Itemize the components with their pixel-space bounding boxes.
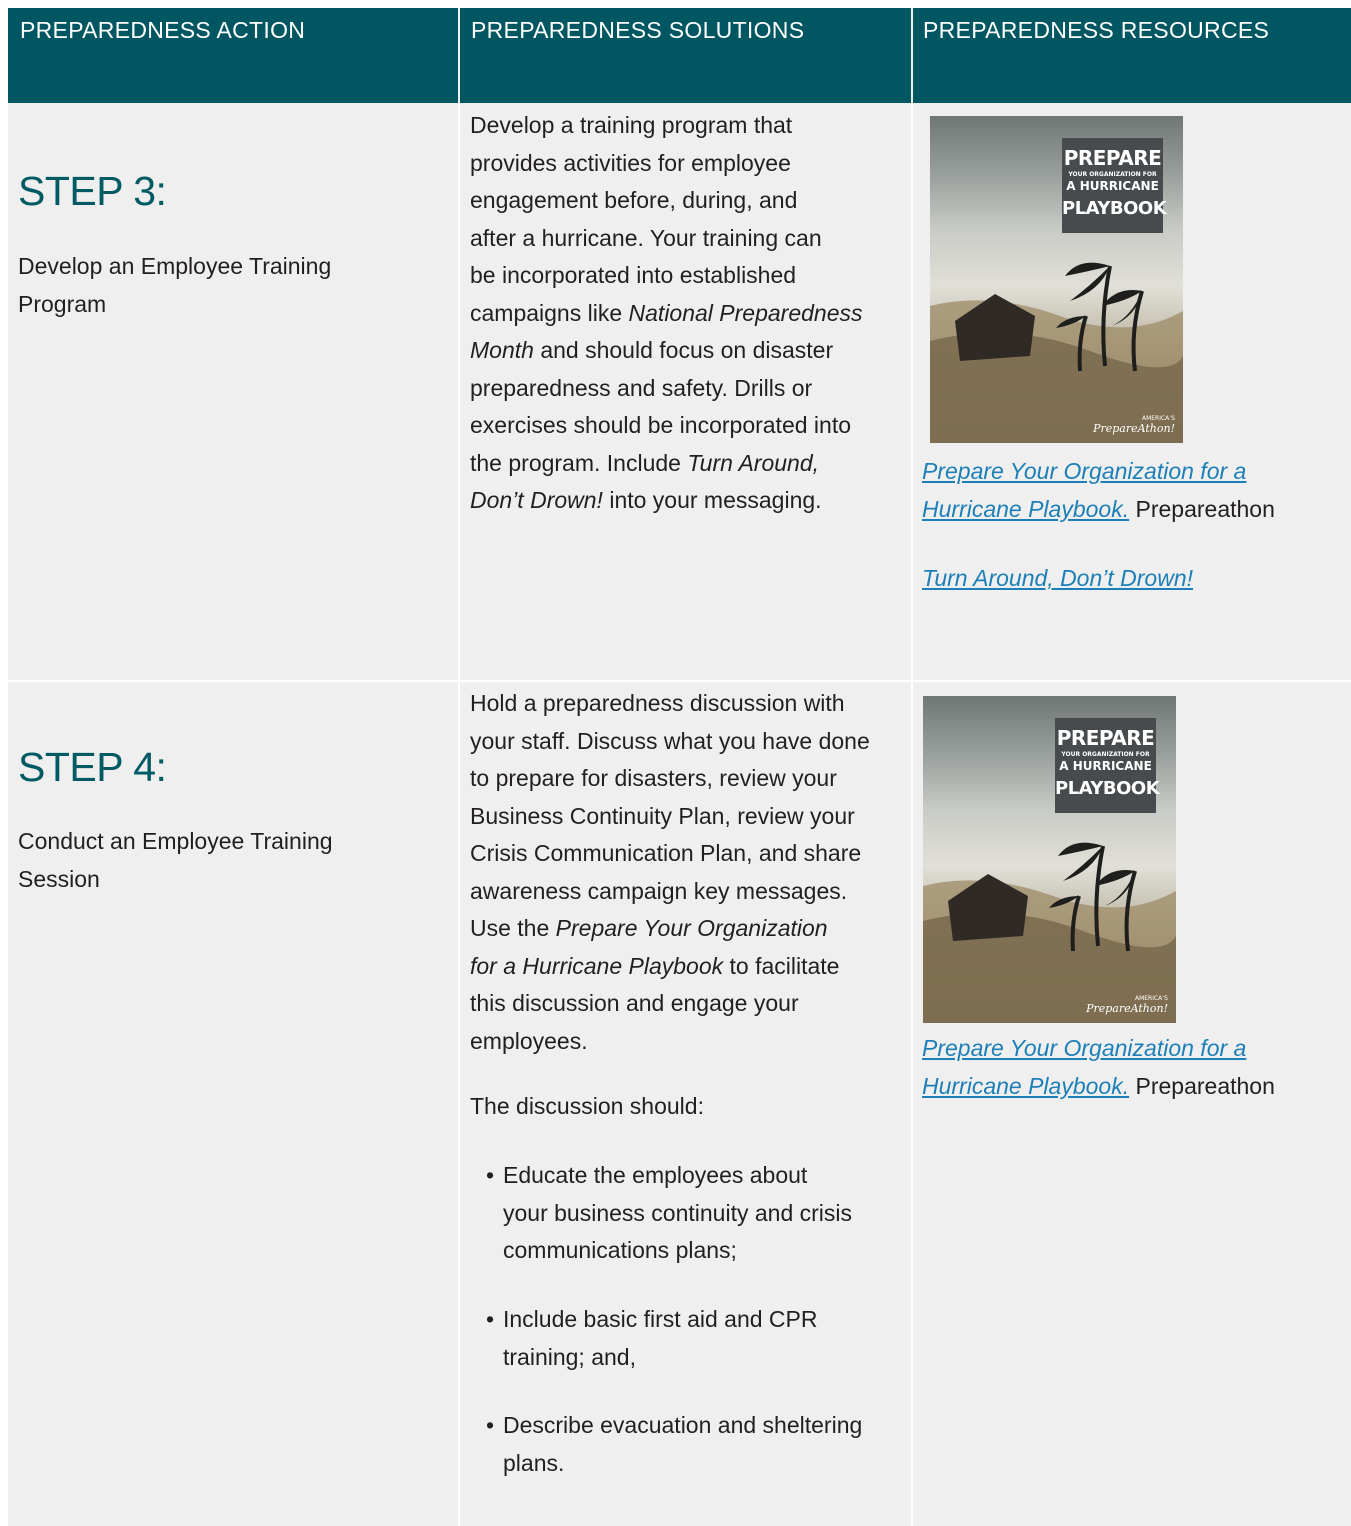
bullet-item: • Include basic first aid and CPR traini… — [486, 1301, 903, 1376]
playbook-cover-image[interactable]: PREPARE YOUR ORGANIZATION FOR A HURRICAN… — [930, 116, 1183, 443]
bullet-item: • Educate the employees about your busin… — [486, 1157, 903, 1270]
playbook-link[interactable]: Prepare Your Organization for a — [922, 458, 1246, 484]
column-divider — [458, 103, 460, 1526]
row-divider — [8, 680, 1351, 682]
bullet-icon: • — [486, 1306, 495, 1332]
step-4-action: Conduct an Employee Training Session — [18, 828, 333, 892]
step-4-resource-1: Prepare Your Organization for a Hurrican… — [922, 1035, 1275, 1099]
step-3-title: STEP 3: — [18, 168, 167, 214]
playbook-cover-image[interactable]: PREPARE YOUR ORGANIZATION FOR A HURRICAN… — [923, 696, 1176, 1023]
step-4-title: STEP 4: — [18, 744, 167, 790]
cover-title-block: PREPARE YOUR ORGANIZATION FOR A HURRICAN… — [1055, 718, 1160, 813]
bullet-item: • Describe evacuation and sheltering pla… — [486, 1407, 903, 1482]
preparedness-table: PREPAREDNESS ACTION PREPAREDNESS SOLUTIO… — [8, 8, 1351, 1526]
column-divider — [911, 103, 913, 1526]
step-4-solution: Hold a preparedness discussion with your… — [470, 690, 870, 1054]
cover-title-block: PREPARE YOUR ORGANIZATION FOR A HURRICAN… — [1062, 138, 1167, 233]
prepareathon-logo: AMERICA’S PrepareAthon! — [1086, 995, 1168, 1015]
turn-around-dont-drown-link[interactable]: Turn Around, Don’t Drown! — [922, 565, 1193, 591]
header-solutions: PREPAREDNESS SOLUTIONS — [460, 8, 911, 103]
playbook-link-cont[interactable]: Hurricane Playbook. — [922, 1073, 1129, 1099]
step-3-solution: Develop a training program that provides… — [470, 112, 863, 513]
bullet-icon: • — [486, 1412, 495, 1438]
discussion-intro: The discussion should: — [470, 1093, 704, 1119]
step-3-resource-1: Prepare Your Organization for a Hurrican… — [922, 458, 1275, 522]
playbook-link-cont[interactable]: Hurricane Playbook. — [922, 496, 1129, 522]
prepareathon-logo: AMERICA’S PrepareAthon! — [1093, 415, 1175, 435]
header-action: PREPAREDNESS ACTION — [8, 8, 458, 103]
bullet-icon: • — [486, 1162, 495, 1188]
header-resources: PREPAREDNESS RESOURCES — [913, 8, 1351, 103]
playbook-link[interactable]: Prepare Your Organization for a — [922, 1035, 1246, 1061]
step-3-action: Develop an Employee Training Program — [18, 253, 332, 317]
step-3-resource-2: Turn Around, Don’t Drown! — [922, 560, 1193, 598]
